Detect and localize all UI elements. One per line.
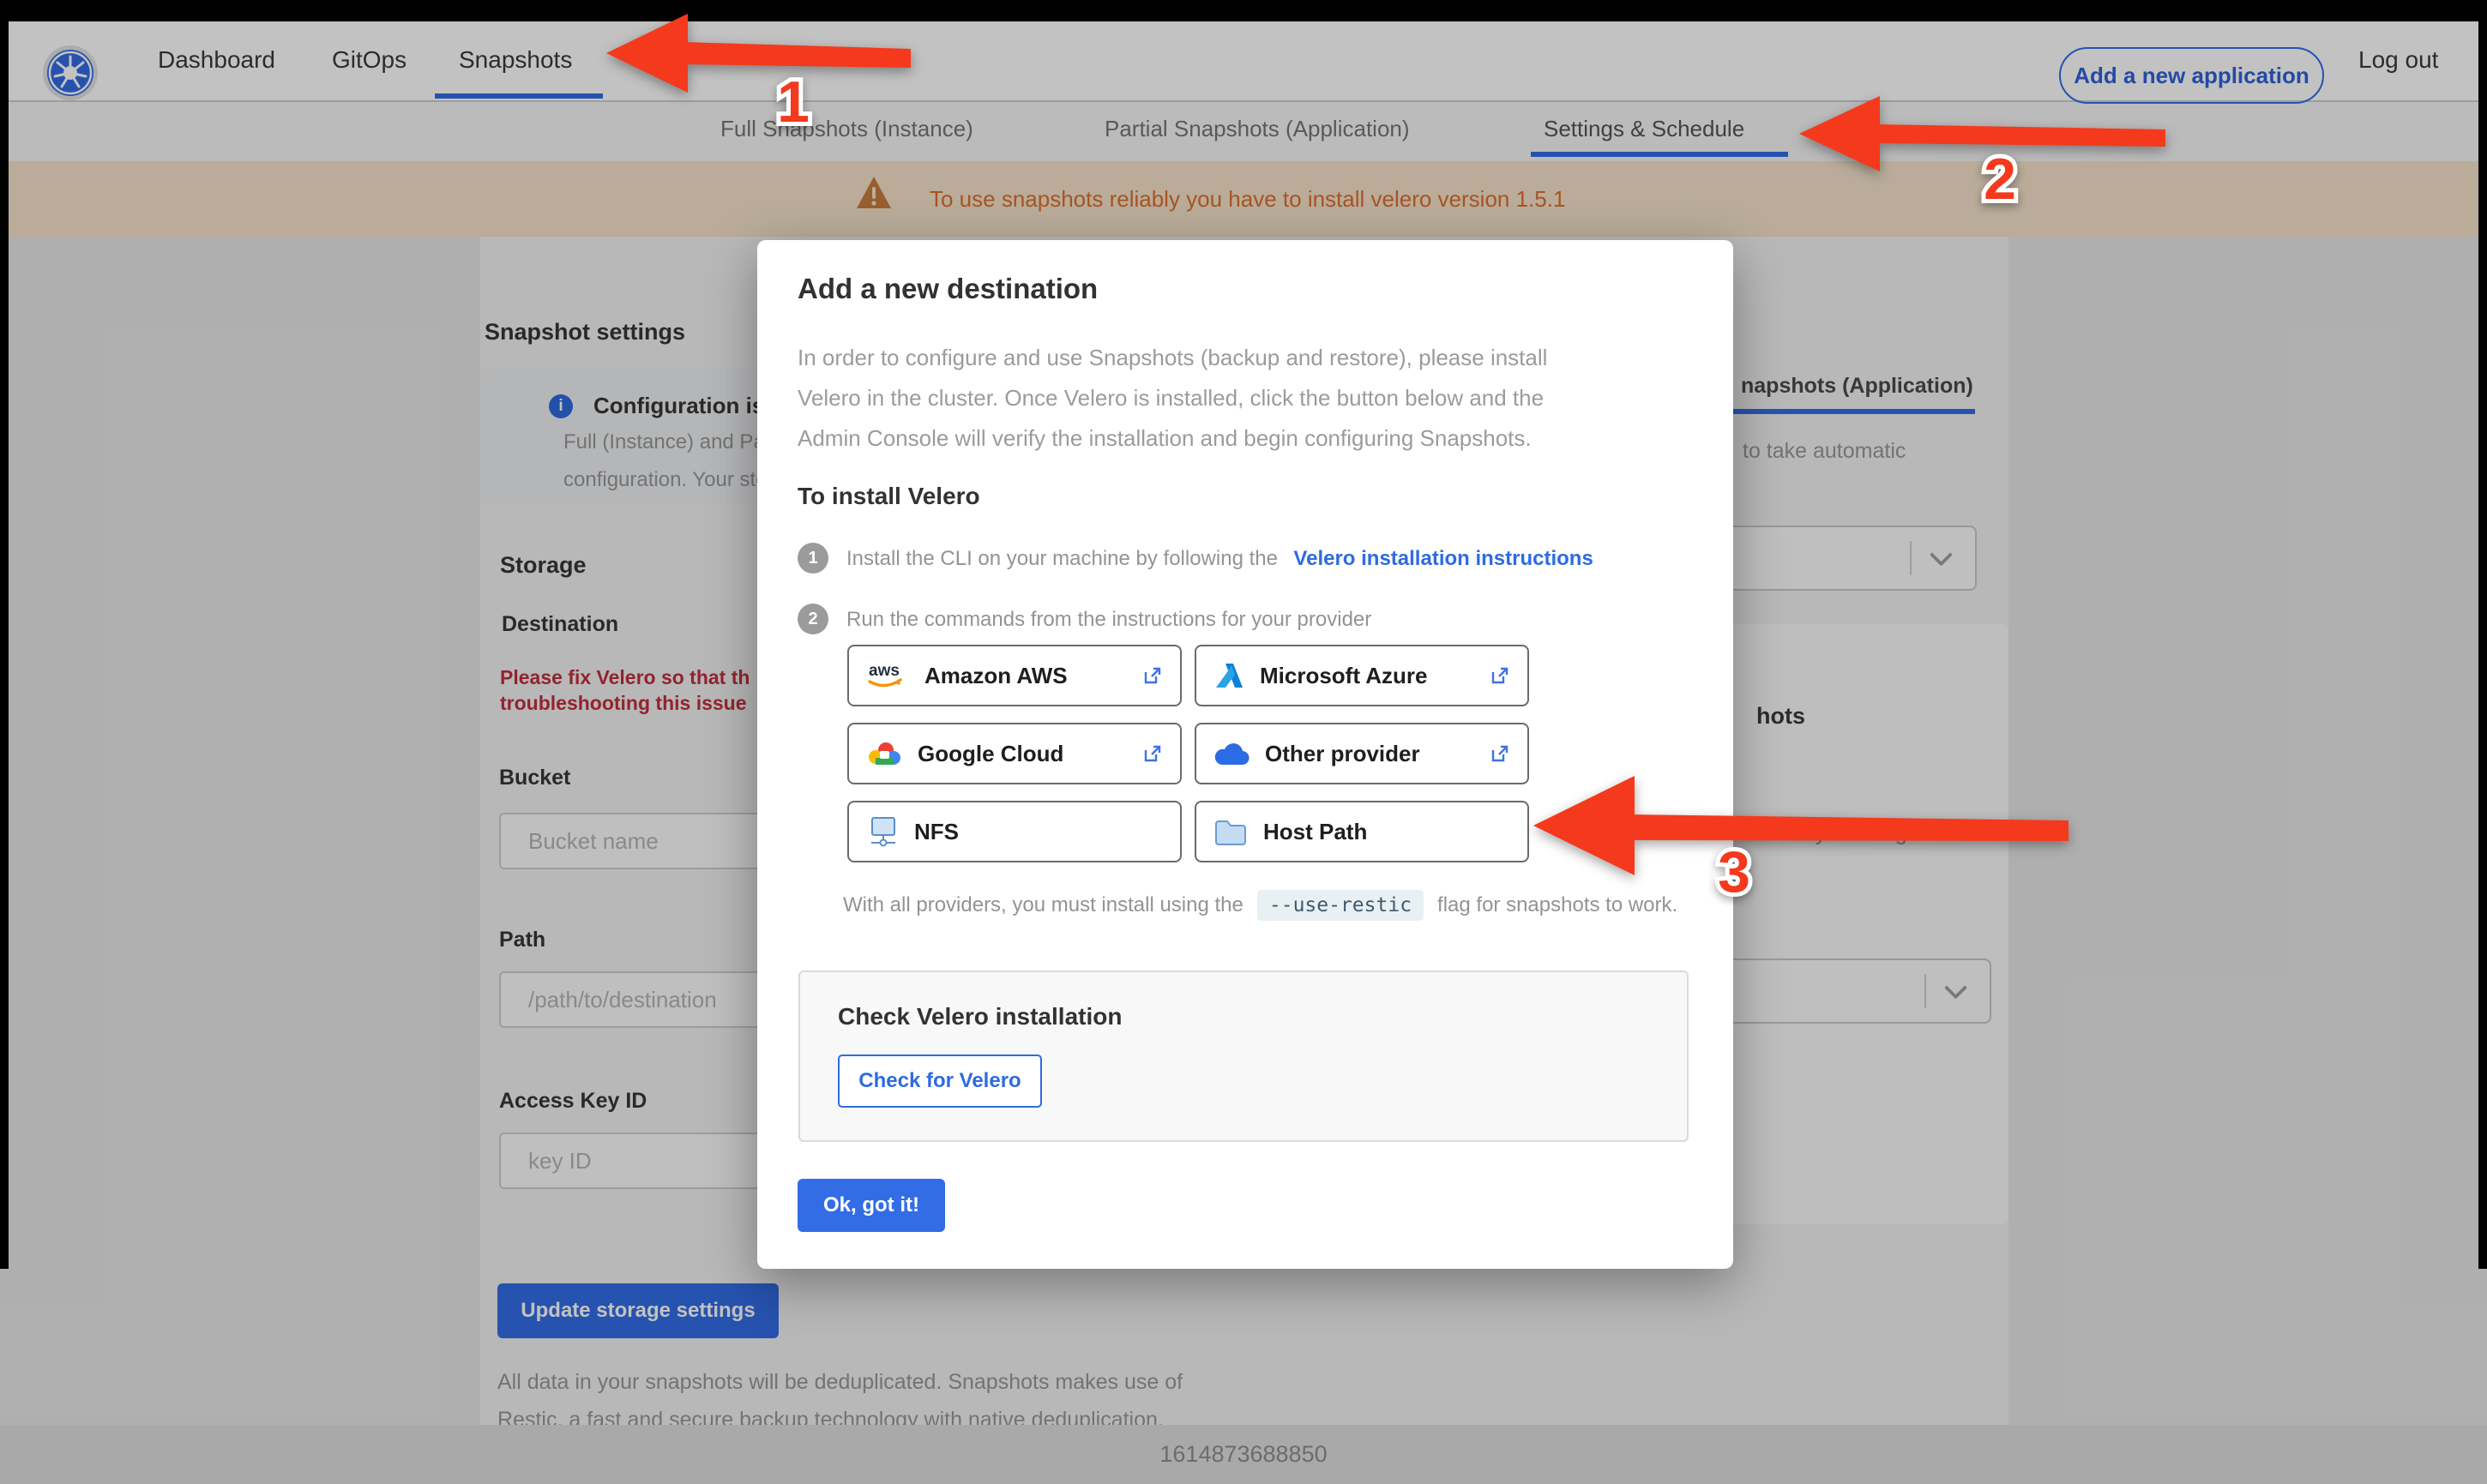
modal-body-line3: Admin Console will verify the installati…	[798, 425, 1532, 451]
step2-badge: 2	[798, 604, 828, 634]
ok-got-it-button[interactable]: Ok, got it!	[798, 1179, 945, 1232]
step1-text: Install the CLI on your machine by follo…	[846, 547, 1278, 570]
provider-label: Other provider	[1265, 740, 1420, 766]
provider-button-nfs[interactable]: NFS	[847, 801, 1182, 862]
step2-text: Run the commands from the instructions f…	[846, 608, 1372, 631]
modal-body-line2: Velero in the cluster. Once Velero is in…	[798, 385, 1545, 411]
check-velero-card: Check Velero installation Check for Vele…	[798, 970, 1689, 1142]
nfs-network-icon	[871, 817, 895, 847]
provider-label: Host Path	[1263, 818, 1368, 844]
modal-body-line1: In order to configure and use Snapshots …	[798, 345, 1548, 370]
provider-label: Microsoft Azure	[1260, 662, 1428, 688]
external-link-icon	[1144, 745, 1161, 762]
provider-button-hostpath[interactable]: Host Path	[1195, 801, 1529, 862]
restic-flag-chip: --use-restic	[1256, 890, 1424, 921]
google-cloud-logo-icon	[869, 742, 900, 765]
provider-label: NFS	[914, 818, 959, 844]
provider-button-aws[interactable]: aws Amazon AWS	[847, 645, 1182, 706]
external-link-icon	[1491, 745, 1508, 762]
svg-text:aws: aws	[869, 662, 900, 680]
step1-badge: 1	[798, 543, 828, 574]
install-velero-heading: To install Velero	[798, 483, 980, 509]
external-link-icon	[1144, 667, 1161, 684]
azure-logo-icon	[1216, 664, 1243, 688]
check-velero-heading: Check Velero installation	[838, 1003, 1123, 1030]
provider-button-gcp[interactable]: Google Cloud	[847, 723, 1182, 784]
folder-icon	[1215, 820, 1246, 845]
add-destination-modal: Add a new destination In order to config…	[757, 240, 1733, 1269]
admin-console-screen: Full Snapshots (Instance) Partial Snapsh…	[0, 0, 2487, 1484]
restic-note-after: flag for snapshots to work.	[1437, 893, 1678, 916]
check-for-velero-button[interactable]: Check for Velero	[838, 1054, 1042, 1108]
provider-label: Amazon AWS	[924, 662, 1068, 688]
modal-title: Add a new destination	[798, 273, 1099, 304]
restic-note-before: With all providers, you must install usi…	[843, 893, 1244, 916]
provider-button-azure[interactable]: Microsoft Azure	[1195, 645, 1529, 706]
external-link-icon	[1491, 667, 1508, 684]
provider-button-other[interactable]: Other provider	[1195, 723, 1529, 784]
provider-label: Google Cloud	[918, 740, 1064, 766]
cloud-icon	[1214, 743, 1250, 766]
aws-logo-icon: aws	[868, 662, 902, 688]
velero-install-link[interactable]: Velero installation instructions	[1293, 547, 1593, 570]
